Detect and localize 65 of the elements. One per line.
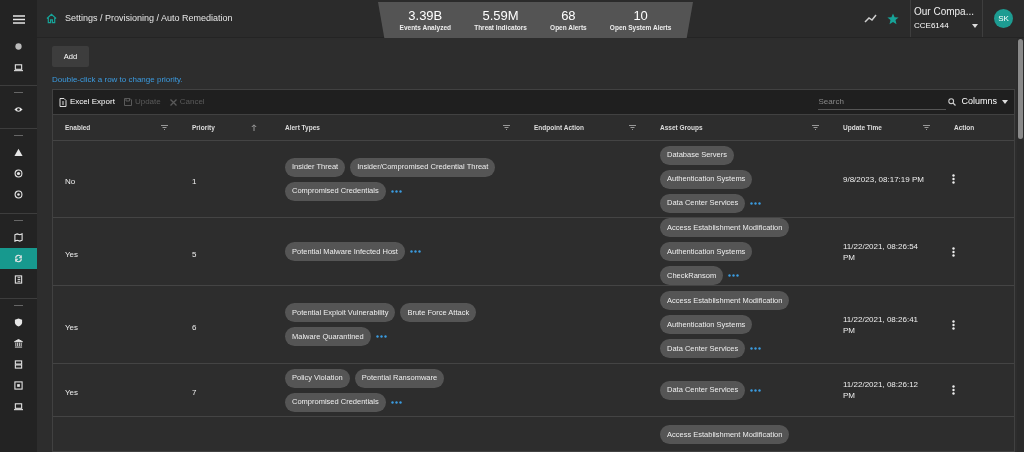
priority-hint: Double-click a row to change priority.	[52, 74, 184, 86]
laptop-icon	[14, 402, 23, 411]
menu-icon[interactable]	[12, 14, 25, 24]
shield-icon	[14, 318, 23, 327]
more-options-icon[interactable]	[952, 174, 955, 184]
more-dots-icon[interactable]	[375, 335, 387, 338]
trend-line-icon[interactable]	[864, 14, 877, 23]
update-time: 11/22/2021, 08:26:12 PM	[843, 379, 920, 401]
account-dropdown[interactable]: CCE6144	[914, 18, 982, 33]
warning-icon	[14, 148, 23, 157]
more-options-icon[interactable]	[952, 246, 955, 257]
priority-value: 7	[192, 388, 197, 397]
export-file-icon	[59, 97, 67, 107]
enabled-value: Yes	[65, 388, 79, 397]
stat-value: 3.39B	[408, 8, 443, 23]
bank-icon	[14, 339, 23, 348]
enabled-value: No	[65, 177, 76, 186]
excel-export-button[interactable]: Excel Export	[59, 96, 115, 108]
sync-icon	[14, 254, 23, 263]
breadcrumb: Settings / Provisioning / Auto Remediation	[65, 11, 233, 25]
priority-value: 6	[192, 322, 197, 332]
book-icon	[14, 275, 23, 284]
home-icon[interactable]	[46, 13, 57, 24]
star-icon[interactable]	[887, 12, 899, 25]
stat-value: 68	[561, 8, 576, 23]
stat-value: 10	[633, 8, 648, 23]
laptop-icon	[14, 63, 23, 72]
more-dots-icon[interactable]	[390, 400, 402, 404]
search-field[interactable]: Search	[818, 94, 947, 110]
filter-icon[interactable]	[161, 125, 168, 130]
update-time: 11/22/2021, 08:26:54 PM	[843, 240, 920, 263]
priority-value: 5	[192, 249, 197, 259]
stat-value: 5.59M	[482, 8, 519, 23]
sort-up-arrow-icon[interactable]	[251, 124, 257, 131]
server-icon	[14, 360, 23, 369]
close-icon	[169, 98, 177, 106]
columns-button[interactable]: Columns	[961, 95, 1008, 109]
search-icon	[948, 98, 957, 106]
filter-icon[interactable]	[629, 125, 636, 130]
more-dots-icon[interactable]	[750, 201, 762, 205]
eye-icon	[14, 105, 23, 114]
enabled-value: Yes	[65, 322, 79, 332]
caret-icon	[972, 23, 978, 28]
more-dots-icon[interactable]	[728, 274, 740, 277]
update-time: 11/22/2021, 08:26:41 PM	[843, 313, 920, 336]
more-dots-icon[interactable]	[750, 388, 762, 392]
more-options-icon[interactable]	[952, 385, 955, 395]
filter-icon[interactable]	[503, 125, 510, 130]
filter-icon[interactable]	[812, 125, 819, 130]
more-dots-icon[interactable]	[750, 347, 762, 350]
more-dots-icon[interactable]	[409, 250, 421, 253]
update-time: 9/8/2023, 08:17:19 PM	[843, 173, 925, 185]
globe-icon	[14, 42, 23, 51]
more-options-icon[interactable]	[952, 319, 955, 330]
more-dots-icon[interactable]	[390, 189, 402, 193]
chip-icon	[14, 381, 23, 390]
save-icon	[123, 98, 132, 106]
enabled-value: Yes	[65, 249, 79, 259]
company-name: Our Compa...	[914, 4, 976, 19]
target-icon	[14, 190, 23, 199]
radar-icon	[14, 169, 23, 178]
filter-icon[interactable]	[923, 125, 930, 130]
map-icon	[14, 233, 23, 242]
priority-value: 1	[192, 177, 197, 186]
caret-icon	[1002, 100, 1008, 104]
